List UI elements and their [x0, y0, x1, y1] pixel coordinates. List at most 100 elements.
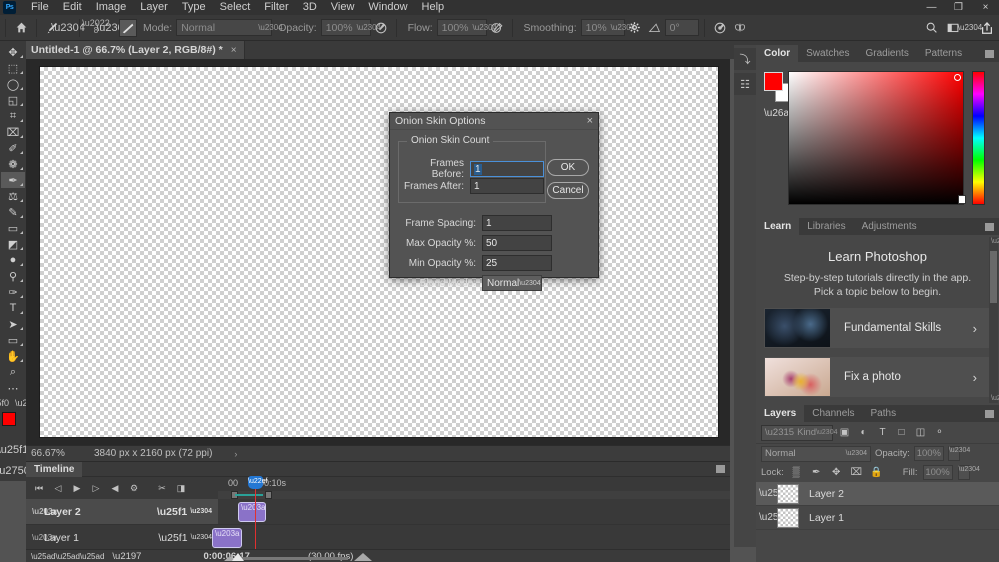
document-tab-close-icon[interactable]: × — [231, 45, 237, 56]
learn-card-fundamental-skills[interactable]: Fundamental Skills › — [764, 308, 991, 348]
brush-dropdown-arrow-icon[interactable]: \u2304 — [62, 18, 74, 38]
screen-mode-button[interactable]: \u2750 — [1, 460, 25, 481]
chevron-down-icon[interactable]: \u2304 — [190, 508, 212, 515]
tab-paths[interactable]: Paths — [863, 405, 905, 422]
tool-crop-tool[interactable]: ⌗ — [1, 108, 25, 124]
zoom-in-icon[interactable] — [354, 553, 372, 561]
gear-icon[interactable] — [625, 18, 645, 38]
frames-after-input[interactable]: 1 — [470, 178, 544, 194]
max-opacity-input[interactable]: 50 — [482, 235, 552, 251]
previous-frame-button[interactable]: ◁ — [49, 479, 67, 497]
tab-color[interactable]: Color — [756, 45, 798, 62]
tab-adjustments[interactable]: Adjustments — [854, 218, 925, 235]
timeline-work-area-bar[interactable] — [218, 491, 730, 499]
history-panel-icon[interactable]: ⤵ — [734, 48, 756, 70]
foreground-color-swatch[interactable] — [2, 412, 16, 426]
menu-file[interactable]: File — [24, 0, 56, 15]
flow-select[interactable]: 100% \u2304 — [437, 19, 487, 36]
menu-3d[interactable]: 3D — [296, 0, 324, 15]
transition-button[interactable]: ◨ — [172, 479, 190, 497]
tool-move-tool[interactable]: ✥ — [1, 44, 25, 60]
tool-pen-tool[interactable]: ✑ — [1, 284, 25, 300]
tool-spot-healing-brush-tool[interactable]: ❁ — [1, 156, 25, 172]
timeline-clip[interactable]: \u203a — [238, 502, 266, 522]
menu-view[interactable]: View — [324, 0, 362, 15]
menu-image[interactable]: Image — [89, 0, 134, 15]
tool-rectangular-marquee-tool[interactable]: ⬚ — [1, 60, 25, 76]
hue-slider[interactable] — [972, 71, 985, 205]
timeline-ruler[interactable]: 00 00:10s — [218, 477, 730, 491]
tool-eraser-tool[interactable]: ▭ — [1, 220, 25, 236]
timeline-track-header-layer-1[interactable]: \u203a Layer 1 \u25f1 \u2304 — [26, 525, 218, 551]
close-button[interactable]: × — [972, 0, 999, 15]
brush-size-dropdown-arrow-icon[interactable]: \u2304 — [107, 18, 119, 38]
work-area-end-handle[interactable] — [265, 491, 272, 499]
tool-object-selection-tool[interactable]: ◱ — [1, 92, 25, 108]
tab-patterns[interactable]: Patterns — [917, 45, 970, 62]
learn-card-fix-a-photo[interactable]: Fix a photo › — [764, 357, 991, 397]
panel-menu-icon[interactable] — [985, 410, 994, 418]
filter-adjustment-icon[interactable]: ◐ — [856, 425, 871, 440]
airbrush-icon[interactable] — [487, 18, 507, 38]
filter-pixel-icon[interactable]: ▣ — [837, 425, 852, 440]
color-picker-ring[interactable] — [954, 74, 961, 81]
timeline-track-row-layer-2[interactable]: \u203a — [218, 499, 730, 525]
tab-learn[interactable]: Learn — [756, 218, 799, 235]
color-picker-field[interactable] — [788, 71, 964, 205]
filter-shape-icon[interactable]: □ — [894, 425, 909, 440]
zoom-slider-thumb[interactable] — [232, 553, 244, 561]
timeline-track-row-layer-1[interactable]: \u203a — [218, 525, 730, 551]
timeline-clip[interactable]: \u203a — [212, 528, 242, 548]
timeline-zoom-slider[interactable] — [238, 557, 348, 560]
status-chevron-icon[interactable]: › — [234, 449, 237, 459]
track-icons[interactable]: \u25f1 \u2304 — [157, 506, 212, 518]
canvas-area[interactable] — [26, 59, 730, 445]
layer-opacity-value[interactable]: 100% — [914, 446, 944, 461]
tab-libraries[interactable]: Libraries — [799, 218, 853, 235]
angle-input[interactable]: 0° — [665, 19, 699, 36]
search-icon[interactable] — [921, 18, 941, 38]
track-keyframe-icon[interactable]: \u25f1 — [158, 532, 187, 544]
render-video-icon[interactable]: \u2197 — [112, 551, 141, 562]
ok-button[interactable]: OK — [547, 159, 589, 176]
default-colors-icon[interactable]: \u25f0 — [0, 398, 9, 408]
convert-to-frame-animation-icon[interactable]: \u25ad\u25ad\u25ad — [31, 552, 104, 561]
tab-gradients[interactable]: Gradients — [857, 45, 916, 62]
tool-clone-stamp-tool[interactable]: ⚖ — [1, 188, 25, 204]
layer-thumbnail[interactable] — [777, 484, 799, 504]
tab-timeline[interactable]: Timeline — [26, 462, 82, 477]
document-canvas[interactable] — [39, 66, 719, 438]
panel-menu-icon[interactable] — [985, 223, 994, 231]
min-opacity-input[interactable]: 25 — [482, 255, 552, 271]
lock-all-icon[interactable]: 🔒 — [869, 465, 884, 480]
next-frame-button[interactable]: ▷ — [87, 479, 105, 497]
playhead-knob[interactable]: \u22ef — [248, 476, 263, 489]
foreground-color-swatch[interactable] — [764, 72, 783, 91]
panel-menu-icon[interactable] — [985, 50, 994, 58]
split-at-playhead-button[interactable]: ✂ — [153, 479, 171, 497]
learn-panel-scrollbar[interactable]: \u25b4 \u25be — [989, 237, 998, 403]
opacity-select[interactable]: 100% \u2304 — [321, 19, 371, 36]
tool-type-tool[interactable]: T — [1, 300, 25, 316]
edit-toolbar-button[interactable]: ⋯ — [1, 380, 25, 396]
blend-mode-select[interactable]: Normal \u2304 — [482, 275, 542, 291]
tool-rectangle-tool[interactable]: ▭ — [1, 332, 25, 348]
menu-filter[interactable]: Filter — [257, 0, 295, 15]
tool-lasso-tool[interactable]: ◯ — [1, 76, 25, 92]
layer-thumbnail[interactable] — [777, 508, 799, 528]
scroll-down-icon[interactable]: \u25be — [991, 395, 999, 402]
quick-mask-button[interactable]: \u25f1 — [1, 439, 25, 460]
tool-brush-tool[interactable]: ✒ — [1, 172, 25, 188]
blend-mode-select[interactable]: Normal \u2304 — [176, 19, 272, 36]
cancel-button[interactable]: Cancel — [547, 182, 589, 199]
layer-blend-mode-select[interactable]: Normal \u2304 — [761, 446, 871, 462]
chevron-down-icon[interactable]: \u2304 — [965, 18, 975, 38]
menu-layer[interactable]: Layer — [133, 0, 175, 15]
tab-channels[interactable]: Channels — [804, 405, 862, 422]
menu-window[interactable]: Window — [361, 0, 414, 15]
panel-menu-icon[interactable] — [716, 465, 725, 473]
tab-layers[interactable]: Layers — [756, 405, 804, 422]
tab-swatches[interactable]: Swatches — [798, 45, 857, 62]
tool-history-brush-tool[interactable]: ✎ — [1, 204, 25, 220]
lock-position-icon[interactable]: ✥ — [829, 465, 844, 480]
